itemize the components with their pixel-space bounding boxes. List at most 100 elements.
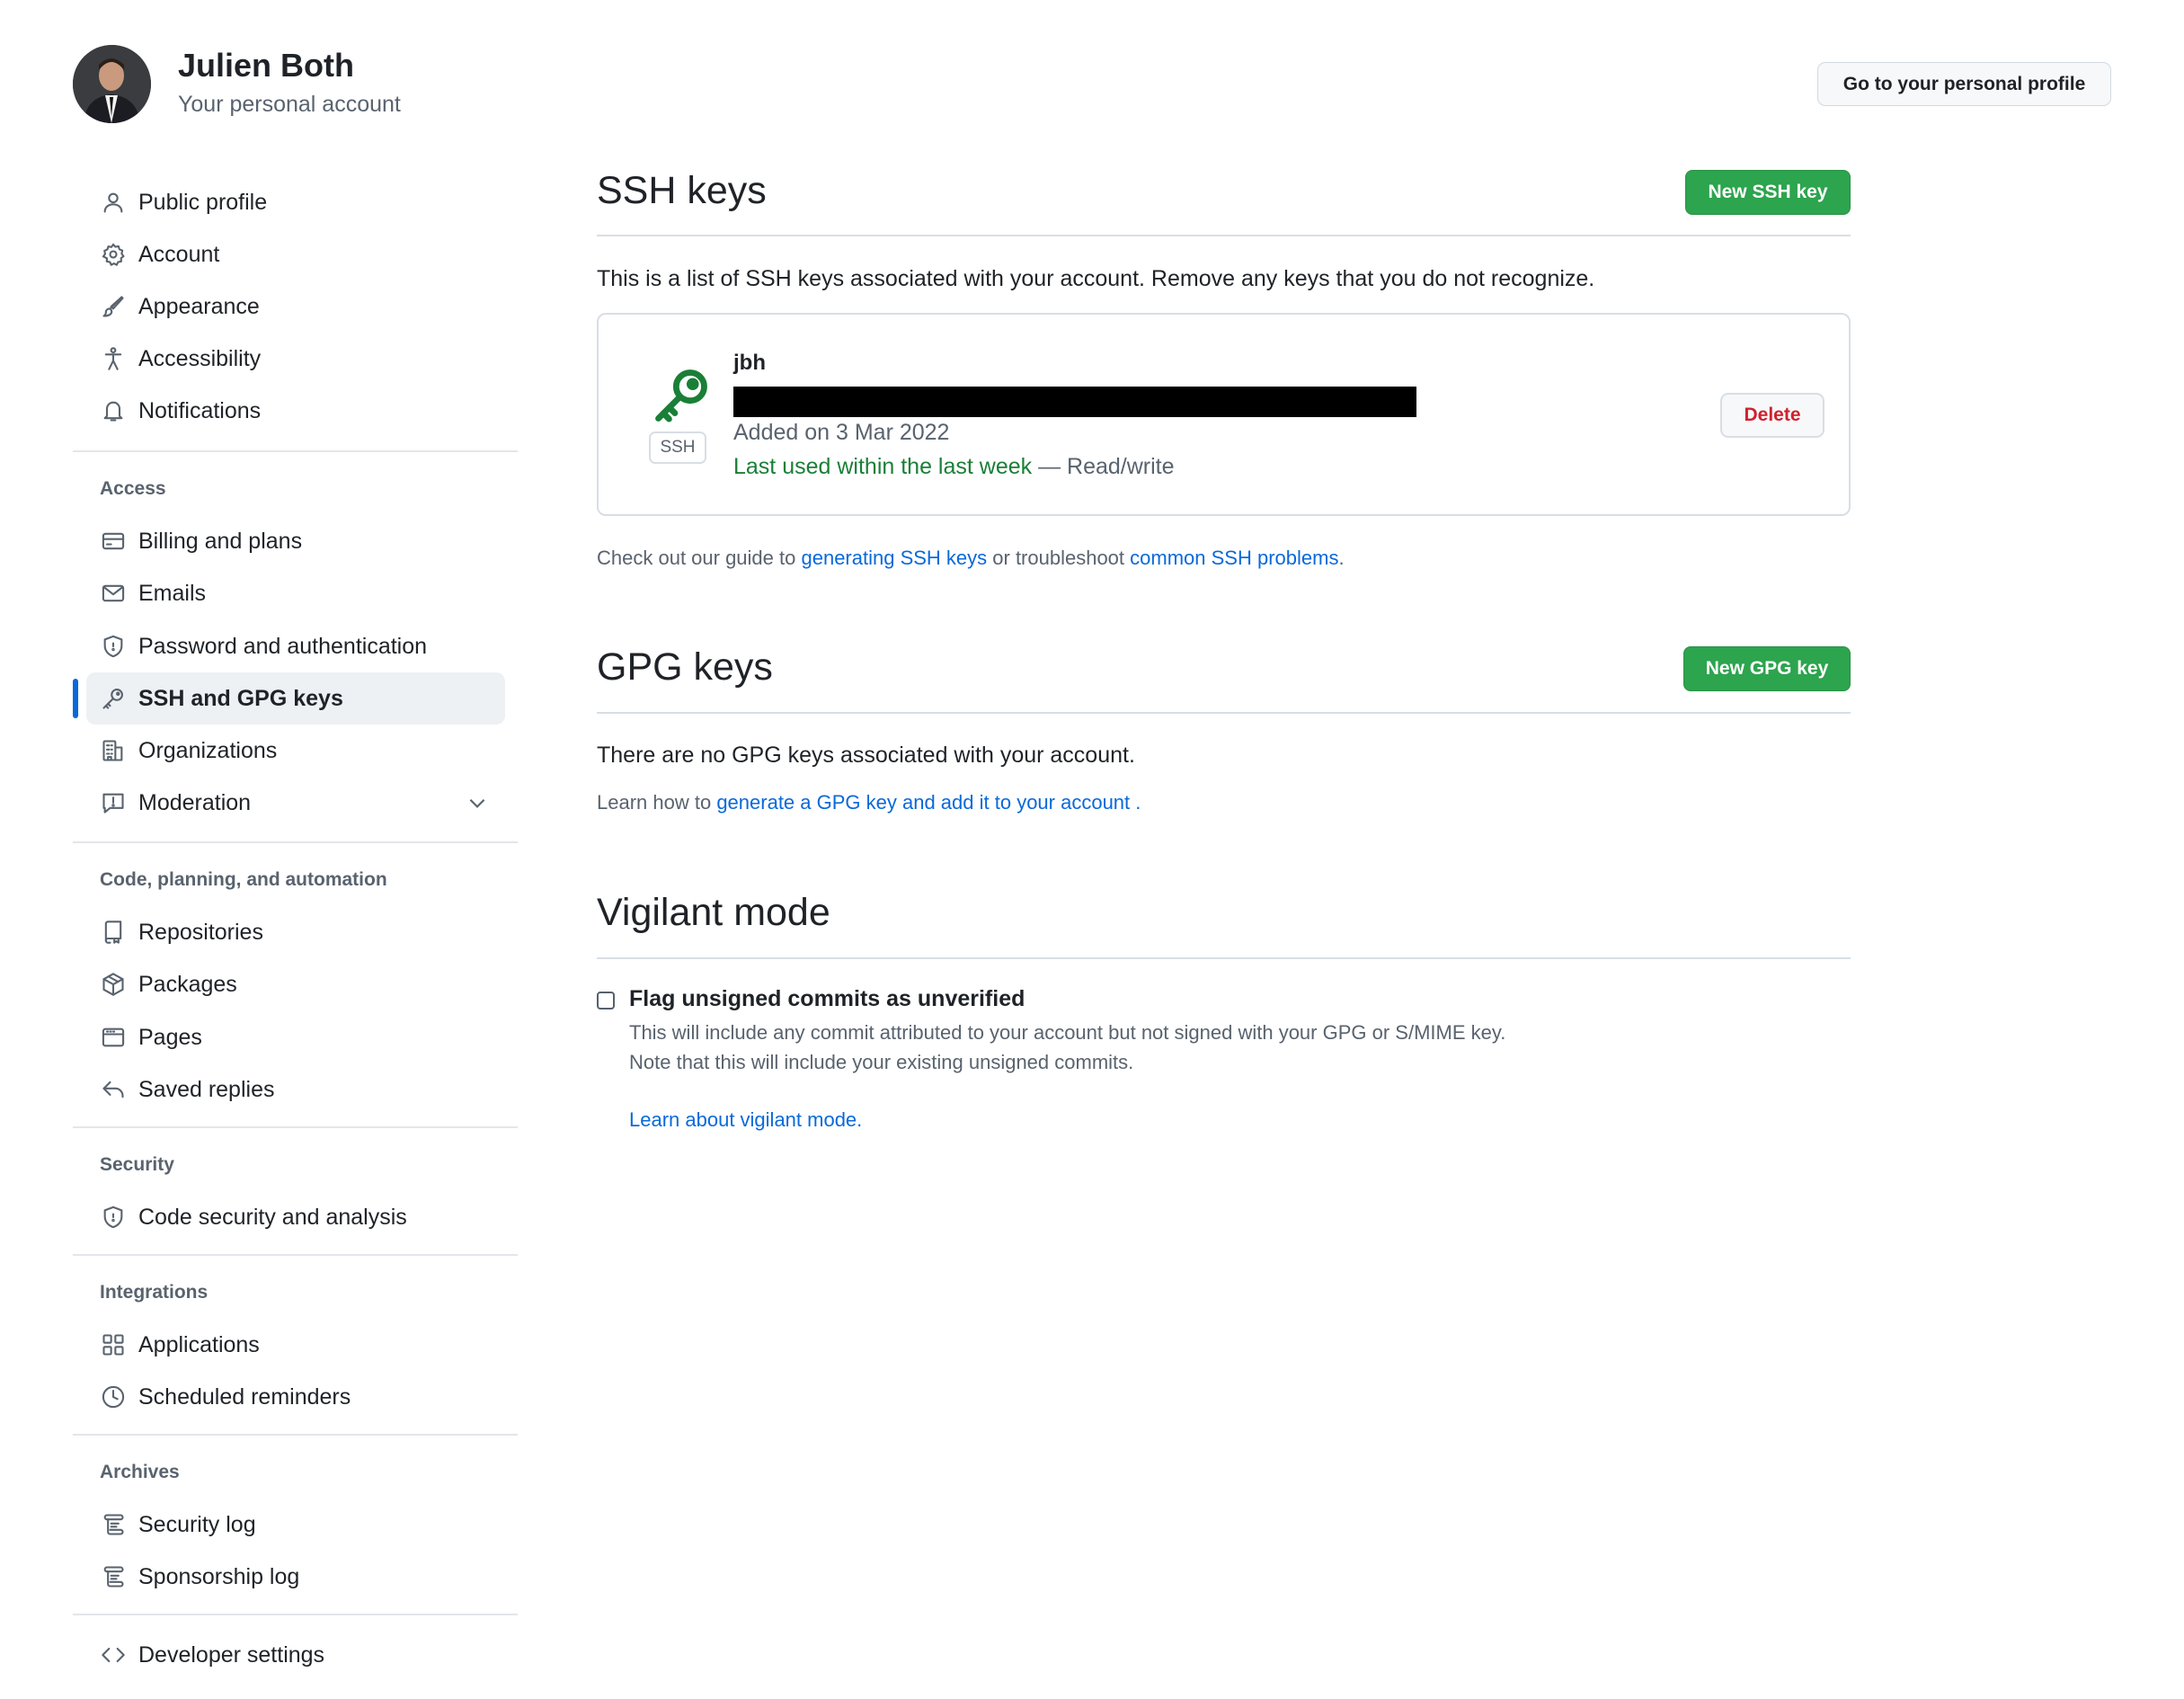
sidebar-item-label: Saved replies xyxy=(138,1076,275,1102)
flag-unsigned-commits-label[interactable]: Flag unsigned commits as unverified xyxy=(629,986,1025,1012)
gpg-empty-text: There are no GPG keys associated with yo… xyxy=(597,743,1135,768)
sidebar-item-label: Organizations xyxy=(138,737,278,763)
go-to-profile-button[interactable]: Go to your personal profile xyxy=(1817,62,2111,106)
avatar[interactable] xyxy=(73,45,151,123)
sidebar-item-label: Code security and analysis xyxy=(138,1204,407,1230)
sidebar-item-label: Packages xyxy=(138,971,237,997)
ssh-key-last-used: Last used within the last week xyxy=(733,454,1033,479)
ssh-key-access: — Read/write xyxy=(1032,454,1175,479)
account-subtitle: Your personal account xyxy=(178,92,401,117)
learn-vigilant-mode-link[interactable]: Learn about vigilant mode. xyxy=(629,1108,862,1132)
gpg-learn-prefix: Learn how to xyxy=(597,791,717,814)
paintbrush-icon xyxy=(100,293,127,320)
active-indicator xyxy=(73,679,78,718)
apps-icon xyxy=(100,1331,127,1358)
organization-icon xyxy=(100,737,127,764)
ssh-badge: SSH xyxy=(649,431,706,464)
sidebar-item-notifications[interactable]: Notifications xyxy=(86,385,505,437)
sidebar-item-password[interactable]: Password and authentication xyxy=(86,620,505,672)
sidebar-item-pages[interactable]: Pages xyxy=(86,1011,505,1063)
ssh-guide-text: Check out our guide to generating SSH ke… xyxy=(597,547,1345,570)
delete-ssh-key-button[interactable]: Delete xyxy=(1720,393,1824,438)
vigilant-mode-heading: Vigilant mode xyxy=(597,891,830,934)
gpg-learn-text: Learn how to generate a GPG key and add … xyxy=(597,791,1141,814)
sidebar-item-moderation[interactable]: Moderation xyxy=(86,777,505,829)
shield-icon xyxy=(100,633,127,660)
sidebar-item-organizations[interactable]: Organizations xyxy=(86,725,505,777)
bell-icon xyxy=(100,397,127,424)
ssh-key-usage: Last used within the last week — Read/wr… xyxy=(733,454,1175,480)
sidebar-item-label: Public profile xyxy=(138,189,268,215)
common-ssh-problems-link[interactable]: common SSH problems xyxy=(1130,547,1338,569)
sidebar-item-label: Accessibility xyxy=(138,345,262,371)
gear-icon xyxy=(100,241,127,268)
chevron-down-icon[interactable] xyxy=(466,791,489,814)
ssh-guide-suffix: . xyxy=(1338,547,1345,569)
key-icon xyxy=(651,365,712,426)
sidebar-item-emails[interactable]: Emails xyxy=(86,567,505,619)
vigilant-description-line-2: Note that this will include your existin… xyxy=(629,1051,1134,1073)
sidebar-item-label: Applications xyxy=(138,1331,260,1357)
generate-gpg-key-link[interactable]: generate a GPG key and add it to your ac… xyxy=(716,791,1130,814)
gpg-keys-heading: GPG keys xyxy=(597,645,773,689)
section-divider xyxy=(597,957,1851,959)
section-heading-archives: Archives xyxy=(100,1462,180,1482)
clock-icon xyxy=(100,1383,127,1410)
person-icon xyxy=(100,189,127,216)
code-icon xyxy=(100,1641,127,1668)
key-icon xyxy=(100,685,127,712)
sidebar-item-account[interactable]: Account xyxy=(86,228,505,280)
redacted-fingerprint xyxy=(733,387,1416,417)
section-heading-access: Access xyxy=(100,478,166,499)
credit-card-icon xyxy=(100,528,127,555)
sidebar-item-label: Developer settings xyxy=(138,1641,325,1668)
user-name: Julien Both xyxy=(178,47,354,84)
section-heading-security: Security xyxy=(100,1154,174,1175)
shield-icon xyxy=(100,1204,127,1231)
log-icon xyxy=(100,1511,127,1538)
ssh-key-name: jbh xyxy=(733,351,766,375)
sidebar-item-label: Pages xyxy=(138,1024,202,1050)
report-icon xyxy=(100,789,127,816)
sidebar-divider xyxy=(73,1126,518,1128)
reply-icon xyxy=(100,1076,127,1103)
vigilant-description-line-1: This will include any commit attributed … xyxy=(629,1021,1506,1044)
sidebar-item-appearance[interactable]: Appearance xyxy=(86,280,505,333)
sidebar-item-label: Scheduled reminders xyxy=(138,1383,351,1410)
section-divider xyxy=(597,712,1851,714)
sidebar-item-scheduled-reminders[interactable]: Scheduled reminders xyxy=(86,1371,505,1423)
generating-ssh-keys-link[interactable]: generating SSH keys xyxy=(801,547,987,569)
sidebar-item-repositories[interactable]: Repositories xyxy=(86,906,505,958)
sidebar-item-public-profile[interactable]: Public profile xyxy=(86,176,505,228)
gpg-learn-suffix: . xyxy=(1130,791,1141,814)
new-gpg-key-button[interactable]: New GPG key xyxy=(1683,646,1851,691)
new-ssh-key-button[interactable]: New SSH key xyxy=(1685,170,1851,215)
sidebar-item-ssh-gpg-keys[interactable]: SSH and GPG keys xyxy=(86,672,505,725)
sidebar-item-label: Emails xyxy=(138,580,207,606)
sidebar-item-security-log[interactable]: Security log xyxy=(86,1499,505,1551)
sidebar-divider xyxy=(73,1434,518,1436)
mail-icon xyxy=(100,580,127,607)
sidebar-item-label: Appearance xyxy=(138,293,260,319)
sidebar-item-label: SSH and GPG keys xyxy=(138,685,343,711)
sidebar-item-label: Billing and plans xyxy=(138,528,303,554)
package-icon xyxy=(100,971,127,998)
ssh-guide-prefix: Check out our guide to xyxy=(597,547,802,569)
sidebar-divider xyxy=(73,841,518,843)
sidebar-item-accessibility[interactable]: Accessibility xyxy=(86,333,505,385)
sidebar-item-developer-settings[interactable]: Developer settings xyxy=(86,1629,505,1681)
sidebar-item-billing[interactable]: Billing and plans xyxy=(86,515,505,567)
sidebar-item-code-security[interactable]: Code security and analysis xyxy=(86,1191,505,1243)
sidebar-divider xyxy=(73,1254,518,1256)
sidebar-divider xyxy=(73,1614,518,1615)
sidebar-item-saved-replies[interactable]: Saved replies xyxy=(86,1063,505,1116)
accessibility-icon xyxy=(100,345,127,372)
sidebar-item-packages[interactable]: Packages xyxy=(86,958,505,1010)
sidebar-item-sponsorship-log[interactable]: Sponsorship log xyxy=(86,1551,505,1603)
sidebar-item-applications[interactable]: Applications xyxy=(86,1319,505,1371)
sidebar-item-label: Repositories xyxy=(138,919,263,945)
settings-page: Julien Both Your personal account Go to … xyxy=(0,0,2184,1699)
ssh-key-card: SSH jbh Added on 3 Mar 2022 Last used wi… xyxy=(597,313,1851,516)
flag-unsigned-commits-checkbox[interactable] xyxy=(597,992,615,1010)
section-heading-code: Code, planning, and automation xyxy=(100,869,387,890)
